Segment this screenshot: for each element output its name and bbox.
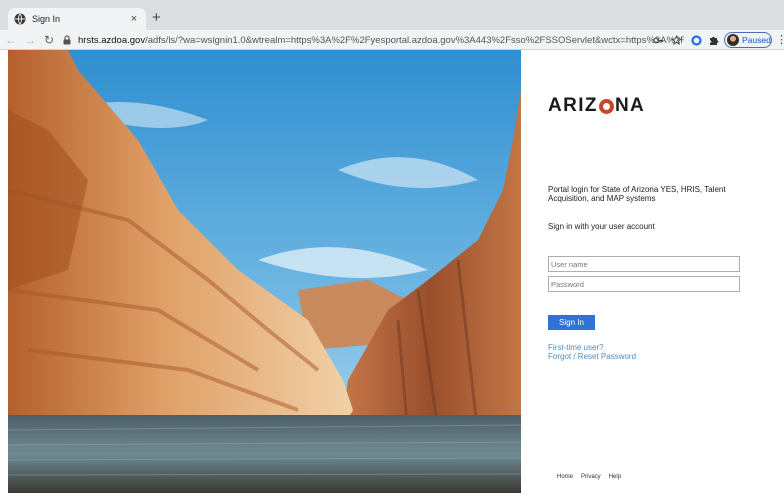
- close-icon[interactable]: ×: [128, 13, 140, 25]
- tab-title: Sign In: [32, 14, 61, 24]
- url-path: /adfs/ls/?wa=wsignin1.0&wtrealm=https%3A…: [145, 34, 684, 46]
- tab-strip: Sign In × +: [0, 0, 784, 30]
- back-arrow-icon[interactable]: ←: [3, 32, 19, 48]
- canyon-photo: [8, 50, 521, 493]
- url-host: hrsts.azdoa.gov: [78, 34, 146, 46]
- arizona-logo: ARIZ NA: [548, 95, 645, 117]
- password-input[interactable]: [548, 276, 740, 292]
- profile-button[interactable]: Paused: [724, 32, 772, 48]
- new-tab-button[interactable]: +: [152, 10, 161, 26]
- key-icon[interactable]: [650, 32, 666, 48]
- forgot-password-link[interactable]: Forgot / Reset Password: [548, 352, 636, 361]
- url-text: hrsts.azdoa.gov/adfs/ls/?wa=wsignin1.0&w…: [78, 35, 684, 46]
- tab-sign-in[interactable]: Sign In ×: [8, 8, 146, 30]
- logo-text-left: ARIZ: [548, 95, 598, 116]
- page-footer: Home Privacy Help: [557, 474, 621, 480]
- sign-in-subheading: Sign in with your user account: [548, 222, 655, 231]
- extension-ring-icon[interactable]: [688, 32, 704, 48]
- portal-description: Portal login for State of Arizona YES, H…: [548, 185, 726, 203]
- footer-home-link[interactable]: Home: [557, 474, 573, 480]
- sign-in-button[interactable]: Sign In: [548, 315, 595, 330]
- login-panel: ARIZ NA Portal login for State of Arizon…: [548, 50, 748, 493]
- footer-privacy-link[interactable]: Privacy: [581, 474, 601, 480]
- username-input[interactable]: [548, 256, 740, 272]
- first-time-user-link[interactable]: First-time user?: [548, 343, 604, 352]
- footer-help-link[interactable]: Help: [609, 474, 621, 480]
- logo-text-right: NA: [614, 95, 646, 116]
- browser-toolbar: ← → ↻ hrsts.azdoa.gov/adfs/ls/?wa=wsigni…: [0, 30, 784, 50]
- forward-arrow-icon[interactable]: →: [22, 32, 38, 48]
- more-menu-icon[interactable]: ⋮: [776, 32, 784, 48]
- page-content: ARIZ NA Portal login for State of Arizon…: [0, 50, 784, 493]
- globe-icon: [14, 13, 26, 25]
- reload-icon[interactable]: ↻: [41, 32, 57, 48]
- logo-o-ring-icon: [598, 98, 614, 114]
- address-bar[interactable]: hrsts.azdoa.gov/adfs/ls/?wa=wsignin1.0&w…: [62, 32, 684, 48]
- puzzle-icon[interactable]: [705, 32, 721, 48]
- profile-status: Paused: [742, 35, 771, 45]
- lock-icon: [63, 35, 71, 45]
- star-icon[interactable]: [668, 32, 684, 48]
- avatar: [727, 34, 739, 46]
